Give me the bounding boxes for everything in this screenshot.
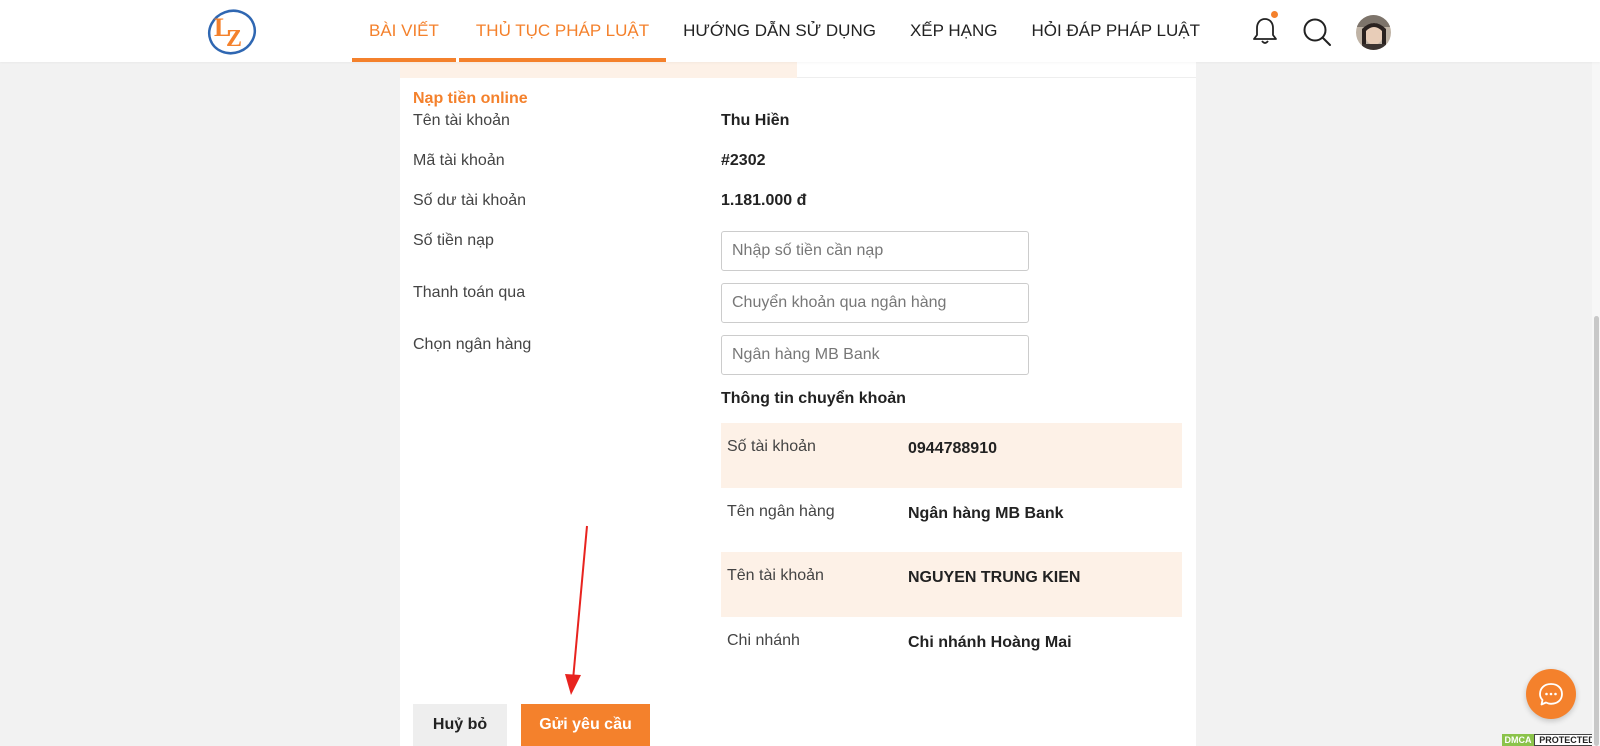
- svg-text:Z: Z: [226, 26, 242, 52]
- nav-item-hoi-dap-phap-luat[interactable]: HỎI ĐÁP PHÁP LUẬT: [1015, 0, 1217, 62]
- transfer-info-row: Tên ngân hàng Ngân hàng MB Bank: [721, 488, 1182, 553]
- nav-item-bai-viet[interactable]: BÀI VIẾT: [352, 0, 456, 62]
- transfer-info-key: Số tài khoản: [727, 438, 816, 455]
- balance-label: Số dư tài khoản: [413, 192, 527, 209]
- amount-label: Số tiền nạp: [413, 232, 494, 249]
- tab-strip: [400, 62, 1196, 78]
- dmca-badge-left: DMCA: [1502, 734, 1534, 746]
- payment-method-field: [721, 283, 1029, 323]
- bank-select-input[interactable]: [722, 336, 1028, 374]
- notification-dot: [1271, 11, 1278, 18]
- transfer-info-row: Tên tài khoản NGUYEN TRUNG KIEN: [721, 552, 1182, 617]
- transfer-info-value: NGUYEN TRUNG KIEN: [908, 569, 1081, 586]
- site-logo[interactable]: L Z: [206, 6, 258, 56]
- account-id-value: #2302: [721, 152, 766, 169]
- amount-field: [721, 231, 1029, 271]
- chat-icon: [1539, 683, 1563, 706]
- bank-select-field: [721, 335, 1029, 375]
- main-nav: BÀI VIẾT THỦ TỤC PHÁP LUẬT HƯỚNG DẪN SỬ …: [352, 0, 1217, 62]
- top-header: L Z BÀI VIẾT THỦ TỤC PHÁP LUẬT HƯỚNG DẪN…: [0, 0, 1600, 62]
- dmca-badge[interactable]: DMCA PROTECTED: [1502, 734, 1600, 746]
- account-name-value: Thu Hiền: [721, 112, 790, 129]
- section-title: Nạp tiền online: [413, 90, 528, 107]
- account-name-label: Tên tài khoản: [413, 112, 510, 129]
- nav-item-xep-hang[interactable]: XẾP HẠNG: [893, 0, 1015, 62]
- amount-input[interactable]: [722, 232, 1028, 270]
- transfer-info-key: Tên tài khoản: [727, 567, 824, 584]
- transfer-info-row: Chi nhánh Chi nhánh Hoàng Mai: [721, 617, 1182, 682]
- avatar[interactable]: [1356, 15, 1391, 50]
- transfer-info-key: Chi nhánh: [727, 631, 800, 649]
- bank-select-label: Chọn ngân hàng: [413, 336, 532, 353]
- payment-method-input[interactable]: [722, 284, 1028, 322]
- transfer-info-row: Số tài khoản 0944788910: [721, 423, 1182, 488]
- chat-button[interactable]: [1526, 669, 1576, 719]
- dmca-badge-right: PROTECTED: [1534, 734, 1600, 746]
- nav-item-huong-dan-su-dung[interactable]: HƯỚNG DẪN SỬ DỤNG: [666, 0, 893, 62]
- nav-item-thu-tuc-phap-luat[interactable]: THỦ TỤC PHÁP LUẬT: [458, 0, 667, 62]
- transfer-info-title: Thông tin chuyển khoản: [721, 390, 906, 407]
- scrollbar-thumb[interactable]: [1594, 316, 1599, 746]
- transfer-info-value: 0944788910: [908, 440, 997, 457]
- deposit-card: Nạp tiền online Tên tài khoản Thu Hiền M…: [400, 62, 1196, 746]
- tab-active-strip[interactable]: [400, 62, 797, 78]
- transfer-info-value: Chi nhánh Hoàng Mai: [908, 633, 1072, 651]
- balance-value: 1.181.000 đ: [721, 192, 807, 209]
- account-id-label: Mã tài khoản: [413, 152, 505, 169]
- payment-method-label: Thanh toán qua: [413, 284, 526, 301]
- submit-request-button[interactable]: Gửi yêu cầu: [521, 704, 650, 746]
- bell-icon[interactable]: [1252, 16, 1278, 46]
- transfer-info-key: Tên ngân hàng: [727, 502, 835, 520]
- transfer-info-value: Ngân hàng MB Bank: [908, 504, 1064, 522]
- transfer-info-table: Số tài khoản 0944788910 Tên ngân hàng Ng…: [721, 423, 1182, 681]
- red-arrow-annotation: [565, 525, 588, 695]
- cancel-button[interactable]: Huỷ bỏ: [413, 704, 507, 746]
- search-icon[interactable]: [1302, 17, 1332, 47]
